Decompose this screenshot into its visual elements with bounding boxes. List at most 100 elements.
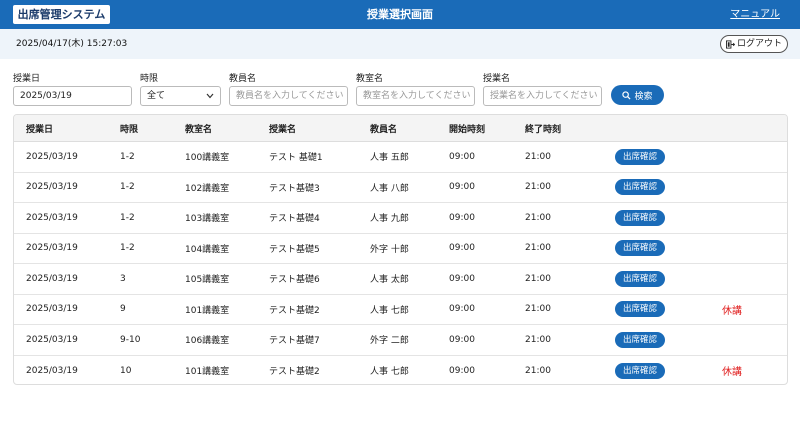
cell-room: 100講義室	[185, 153, 230, 164]
logout-label: ログアウト	[736, 39, 782, 49]
cell-start: 09:00	[449, 151, 475, 162]
cell-room: 102講義室	[185, 183, 230, 194]
room-input[interactable]: 教室名を入力してください	[356, 86, 475, 106]
cell-period: 10	[120, 365, 132, 376]
cell-class: テスト基礎2	[269, 367, 320, 378]
cell-period: 3	[120, 273, 126, 284]
cell-teacher: 外字 二郎	[370, 336, 409, 347]
cell-period: 1-2	[120, 212, 135, 223]
cell-date: 2025/03/19	[26, 304, 78, 315]
teacher-input[interactable]: 教員名を入力してください	[229, 86, 348, 106]
app-header: 出席管理システム 授業選択画面 マニュアル	[0, 0, 800, 29]
attendance-check-button[interactable]: 出席確認	[615, 331, 666, 348]
cell-class: テスト基礎4	[269, 214, 320, 225]
cell-teacher: 人事 八郎	[370, 183, 409, 194]
cell-action: 出席確認	[615, 325, 666, 355]
cell-period: 1-2	[120, 182, 135, 193]
cell-room: 101講義室	[185, 305, 230, 316]
cell-action: 出席確認	[615, 203, 666, 233]
cell-action: 出席確認	[615, 264, 666, 294]
attendance-check-button[interactable]: 出席確認	[615, 270, 666, 287]
attendance-check-button[interactable]: 出席確認	[615, 209, 666, 226]
logout-button[interactable]: ログアウト	[720, 35, 788, 53]
cell-date: 2025/03/19	[26, 243, 78, 254]
cell-room: 101講義室	[185, 367, 230, 378]
search-button[interactable]: 検索	[611, 85, 664, 105]
cell-room: 103講義室	[185, 214, 230, 225]
cell-end: 21:00	[525, 273, 551, 284]
cancelled-status: 休講	[722, 367, 742, 379]
current-datetime: 2025/04/17(木) 15:27:03	[16, 39, 128, 49]
cell-date: 2025/03/19	[26, 273, 78, 284]
col-header-date: 授業日	[26, 124, 54, 135]
attendance-check-button[interactable]: 出席確認	[615, 240, 666, 257]
cell-action: 出席確認	[615, 173, 666, 203]
cell-start: 09:00	[449, 304, 475, 315]
cell-end: 21:00	[525, 334, 551, 345]
search-button-label: 検索	[634, 91, 653, 102]
cell-teacher: 人事 七郎	[370, 367, 409, 378]
cell-date: 2025/03/19	[26, 182, 78, 193]
cell-period: 1-2	[120, 243, 135, 254]
class-table: 授業日 時限 教室名 授業名 教員名 開始時刻 終了時刻 2025/03/19 1…	[13, 114, 788, 385]
cell-class: テスト基礎6	[269, 275, 320, 286]
col-header-class: 授業名	[269, 124, 297, 135]
cell-period: 9	[120, 304, 126, 315]
date-field: 授業日 2025/03/19	[13, 73, 132, 106]
room-label: 教室名	[356, 74, 384, 84]
cell-room: 105講義室	[185, 275, 230, 286]
cell-date: 2025/03/19	[26, 365, 78, 376]
attendance-check-button[interactable]: 出席確認	[615, 362, 666, 379]
class-label: 授業名	[483, 74, 511, 84]
attendance-check-button[interactable]: 出席確認	[615, 179, 666, 196]
col-header-teacher: 教員名	[370, 124, 398, 135]
period-select[interactable]: 全て	[140, 86, 221, 106]
table-row: 2025/03/19 1-2 100講義室 テスト 基礎1 人事 五郎 09:00 21:0…	[14, 142, 787, 173]
cell-end: 21:00	[525, 365, 551, 376]
manual-link[interactable]: マニュアル	[730, 0, 780, 29]
chevron-down-icon	[206, 93, 214, 99]
cell-action: 出席確認	[615, 295, 666, 325]
period-select-value: 全て	[147, 91, 166, 101]
col-header-period: 時限	[120, 124, 139, 135]
cell-end: 21:00	[525, 243, 551, 254]
col-header-end: 終了時刻	[525, 124, 562, 135]
cell-room: 104講義室	[185, 244, 230, 255]
cell-action: 出席確認	[615, 234, 666, 264]
info-bar: 2025/04/17(木) 15:27:03 ログアウト	[0, 29, 800, 59]
cell-start: 09:00	[449, 365, 475, 376]
period-field: 時限 全て	[140, 73, 221, 106]
cell-date: 2025/03/19	[26, 334, 78, 345]
attendance-check-button[interactable]: 出席確認	[615, 301, 666, 318]
teacher-label: 教員名	[229, 74, 257, 84]
cell-class: テスト基礎7	[269, 336, 320, 347]
room-field: 教室名 教室名を入力してください	[356, 73, 475, 106]
cell-class: テスト基礎3	[269, 183, 320, 194]
table-row: 2025/03/19 9-10 106講義室 テスト基礎7 外字 二郎 09:00 21:0…	[14, 325, 787, 356]
cell-class: テスト基礎2	[269, 305, 320, 316]
cancelled-status: 休講	[722, 305, 742, 317]
cell-date: 2025/03/19	[26, 212, 78, 223]
cell-end: 21:00	[525, 212, 551, 223]
table-row: 2025/03/19 1-2 103講義室 テスト基礎4 人事 九郎 09:00 21:00…	[14, 203, 787, 234]
cell-date: 2025/03/19	[26, 151, 78, 162]
table-row: 2025/03/19 10 101講義室 テスト基礎2 人事 七郎 09:00 21:00 出…	[14, 356, 787, 385]
cell-teacher: 人事 七郎	[370, 305, 409, 316]
cell-end: 21:00	[525, 304, 551, 315]
cell-teacher: 人事 九郎	[370, 214, 409, 225]
cell-start: 09:00	[449, 212, 475, 223]
cell-class: テスト 基礎1	[269, 153, 323, 164]
table-row: 2025/03/19 1-2 104講義室 テスト基礎5 外字 十郎 09:00 21:00…	[14, 234, 787, 264]
cell-action: 出席確認	[615, 356, 666, 385]
cell-start: 09:00	[449, 182, 475, 193]
table-row: 2025/03/19 1-2 102講義室 テスト基礎3 人事 八郎 09:00 21:00…	[14, 173, 787, 203]
date-input[interactable]: 2025/03/19	[13, 86, 132, 106]
date-label: 授業日	[13, 74, 41, 84]
attendance-check-button[interactable]: 出席確認	[615, 148, 666, 165]
col-header-start: 開始時刻	[449, 124, 486, 135]
table-row: 2025/03/19 3 105講義室 テスト基礎6 人事 太郎 09:00 21:00 出席…	[14, 264, 787, 295]
class-input[interactable]: 授業名を入力してください	[483, 86, 602, 106]
cell-end: 21:00	[525, 182, 551, 193]
cell-room: 106講義室	[185, 336, 230, 347]
table-row: 2025/03/19 9 101講義室 テスト基礎2 人事 七郎 09:00 21:00 出席…	[14, 295, 787, 325]
